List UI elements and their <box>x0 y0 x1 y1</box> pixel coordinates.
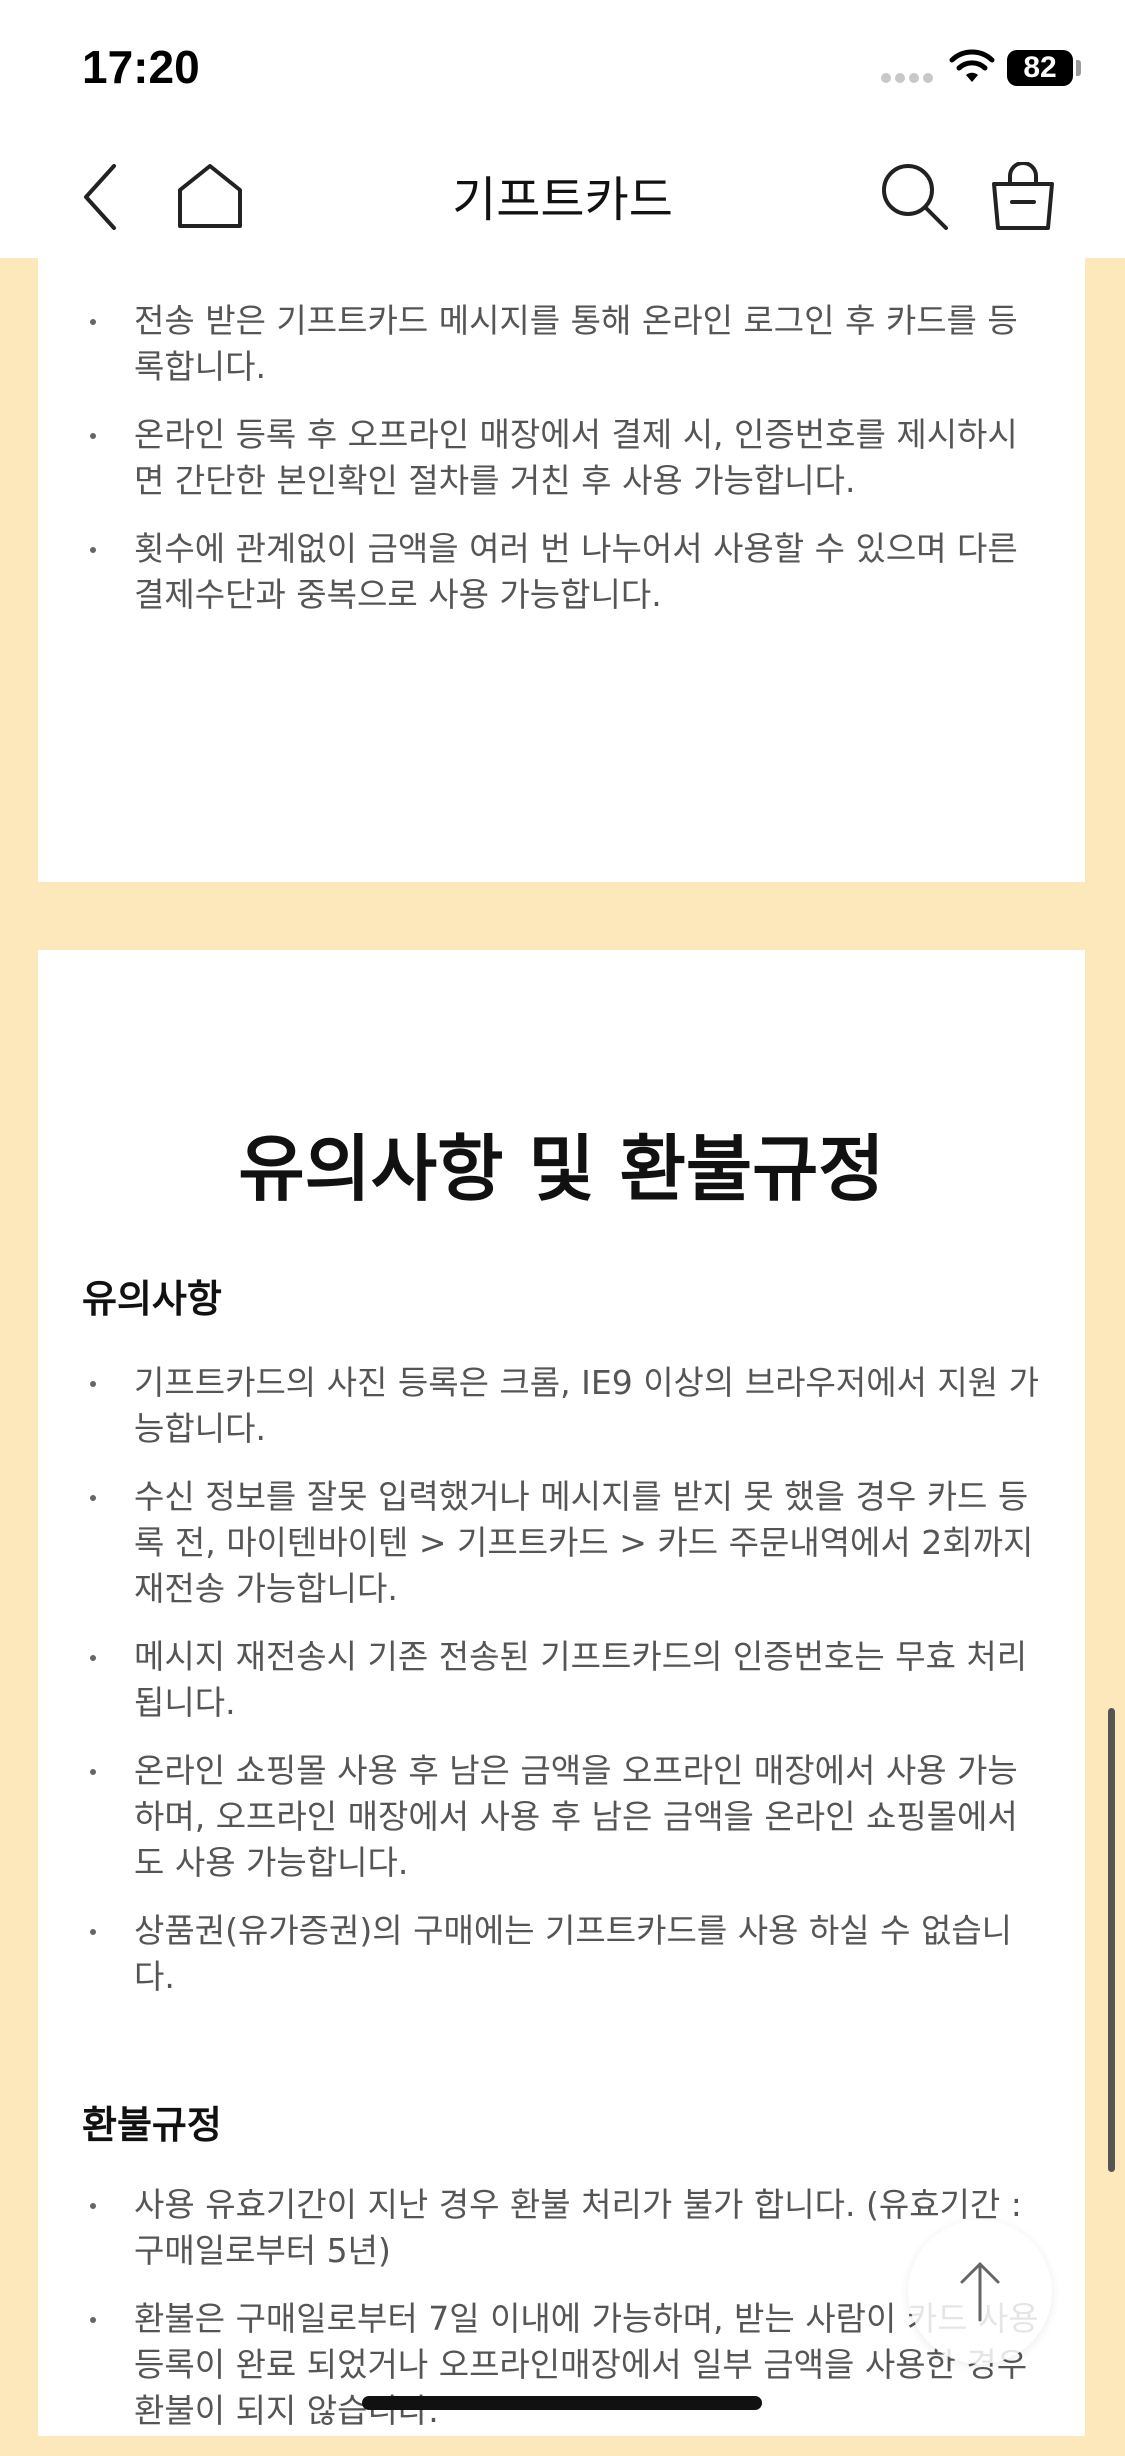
list-item: 온라인 등록 후 오프라인 매장에서 결제 시, 인증번호를 제시하시면 간단한… <box>38 412 1085 504</box>
wifi-icon <box>949 49 995 82</box>
battery-cap <box>1076 60 1081 76</box>
caution-heading: 유의사항 <box>82 1277 222 1321</box>
scroll-top-button[interactable] <box>908 2220 1052 2364</box>
caution-list: 기프트카드의 사진 등록은 크롬, IE9 이상의 브라우저에서 지원 가능합니… <box>38 1360 1085 2022</box>
navigation-bar: 기프트카드 <box>0 132 1125 258</box>
status-time: 17:20 <box>82 41 200 93</box>
list-item: 횟수에 관계없이 금액을 여러 번 나누어서 사용할 수 있으며 다른 결제수단… <box>38 526 1085 618</box>
usage-card: 전송 받은 기프트카드 메시지를 통해 온라인 로그인 후 카드를 등록합니다.… <box>38 258 1085 882</box>
search-icon[interactable] <box>880 162 950 232</box>
battery-indicator: 82 <box>1007 50 1073 86</box>
refund-heading: 환불규정 <box>82 2103 222 2147</box>
list-item: 수신 정보를 잘못 입력했거나 메시지를 받지 못 했을 경우 카드 등록 전,… <box>38 1474 1085 1612</box>
list-item: 메시지 재전송시 기존 전송된 기프트카드의 인증번호는 무효 처리됩니다. <box>38 1634 1085 1726</box>
list-item: 온라인 쇼핑몰 사용 후 남은 금액을 오프라인 매장에서 사용 가능하며, 오… <box>38 1748 1085 1886</box>
page-title: 기프트카드 <box>452 172 673 228</box>
usage-list: 전송 받은 기프트카드 메시지를 통해 온라인 로그인 후 카드를 등록합니다.… <box>38 298 1085 640</box>
section-title: 유의사항 및 환불규정 <box>238 1127 885 1211</box>
home-indicator <box>362 2396 762 2410</box>
status-bar: 17:20 82 <box>0 0 1125 132</box>
list-item: 전송 받은 기프트카드 메시지를 통해 온라인 로그인 후 카드를 등록합니다. <box>38 298 1085 390</box>
list-item: 상품권(유가증권)의 구매에는 기프트카드를 사용 하실 수 없습니다. <box>38 1908 1085 2000</box>
signal-strength-icon <box>881 73 933 83</box>
arrow-up-icon <box>960 2262 1000 2322</box>
list-item: 기프트카드의 사진 등록은 크롬, IE9 이상의 브라우저에서 지원 가능합니… <box>38 1360 1085 1452</box>
scrollbar[interactable] <box>1108 1708 1115 2172</box>
notice-card: 유의사항 및 환불규정 유의사항 기프트카드의 사진 등록은 크롬, IE9 이… <box>38 950 1085 2436</box>
shopping-bag-icon[interactable] <box>990 162 1056 232</box>
